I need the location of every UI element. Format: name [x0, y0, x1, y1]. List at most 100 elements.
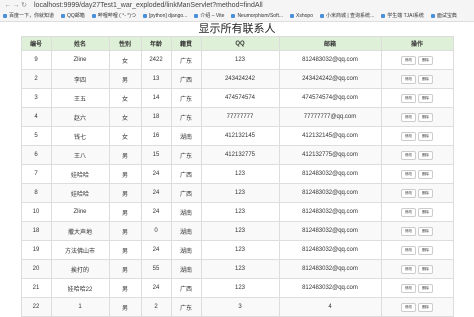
delete-button[interactable]: 删除	[418, 74, 433, 84]
cell-age: 0	[140, 221, 172, 241]
delete-button[interactable]: 删除	[418, 112, 433, 122]
cell-name: 挨打的	[50, 259, 110, 279]
bookmark-icon	[290, 13, 295, 18]
bookmark-label: [python] django...	[148, 12, 188, 19]
cell-address: 湖南	[170, 240, 202, 260]
cell-age: 18	[140, 107, 172, 127]
cell-id: 9	[20, 50, 52, 70]
column-header: 邮箱	[278, 36, 382, 51]
cell-address: 广西	[170, 164, 202, 184]
bookmark-item[interactable]: 百度一下，你就知道	[3, 12, 54, 19]
cell-actions: 修改 删除	[380, 107, 454, 127]
cell-qq: 77777777	[200, 107, 280, 127]
cell-gender: 女	[108, 50, 142, 70]
edit-button[interactable]: 修改	[401, 131, 416, 141]
edit-button[interactable]: 修改	[401, 93, 416, 103]
cell-gender: 男	[108, 145, 142, 165]
edit-button[interactable]: 修改	[401, 150, 416, 160]
back-icon[interactable]: ←	[4, 2, 12, 9]
cell-name: 娃哈哈	[50, 183, 110, 203]
cell-qq: 123	[200, 164, 280, 184]
bookmark-label: 哔哩哔哩 ( °- °)つ	[97, 13, 136, 19]
delete-button[interactable]: 删除	[418, 245, 433, 255]
bookmark-label: QQ邮箱	[67, 13, 85, 19]
bookmark-item[interactable]: Neumorphism/Soft...	[231, 13, 283, 19]
cell-email: 812483032@qq.com	[278, 183, 382, 203]
edit-button[interactable]: 修改	[401, 264, 416, 274]
table-row: 4 赵六女 18 广东 77777777 77777777@qq.com 修改 删除	[20, 107, 454, 127]
delete-button[interactable]: 删除	[418, 302, 433, 312]
bookmark-item[interactable]: 面试宝典	[430, 12, 457, 19]
cell-qq: 123	[200, 50, 280, 70]
cell-gender: 男	[108, 259, 142, 279]
bookmark-item[interactable]: QQ邮箱	[61, 12, 85, 19]
delete-button[interactable]: 删除	[418, 226, 433, 236]
cell-email: 812483032@qq.com	[278, 221, 382, 241]
edit-button[interactable]: 修改	[401, 283, 416, 293]
cell-name: Zline	[50, 202, 110, 222]
bookmark-item[interactable]: 介绍 – Vite	[194, 12, 224, 19]
cell-email: 412132145@qq.com	[278, 126, 382, 146]
cell-qq: 123	[200, 183, 280, 203]
delete-button[interactable]: 删除	[418, 283, 433, 293]
bookmark-item[interactable]: 哔哩哔哩 ( °- °)つ	[91, 12, 136, 19]
delete-button[interactable]: 删除	[418, 169, 433, 179]
cell-name: 方法佛山市	[50, 240, 110, 260]
cell-gender: 男	[108, 183, 142, 203]
forward-icon[interactable]: →	[12, 2, 20, 9]
bookmark-icon	[430, 13, 435, 18]
browser-toolbar: ← → ↻ localhost:9999/day27Test1_war_expl…	[0, 0, 474, 10]
bookmark-item[interactable]: [python] django...	[142, 12, 188, 19]
bookmark-item[interactable]: 小米商城 | 查询系统...	[319, 12, 374, 19]
cell-email: 77777777@qq.com	[278, 107, 382, 127]
bookmark-label: 面试宝典	[436, 13, 457, 19]
cell-id: 2	[20, 69, 52, 89]
edit-button[interactable]: 修改	[401, 302, 416, 312]
cell-age: 16	[140, 126, 172, 146]
cell-address: 广东	[170, 107, 202, 127]
edit-button[interactable]: 修改	[401, 112, 416, 122]
delete-button[interactable]: 删除	[418, 150, 433, 160]
edit-button[interactable]: 修改	[401, 169, 416, 179]
cell-age: 24	[140, 240, 172, 260]
bookmark-label: 介绍 – Vite	[200, 13, 225, 19]
delete-button[interactable]: 删除	[418, 93, 433, 103]
table-row: 21 娃哈哈22 男 24 广西 123 812483032@qq.com 修改 删除	[20, 278, 454, 298]
address-bar[interactable]: localhost:9999/day27Test1_war_exploded/l…	[34, 2, 263, 9]
cell-actions: 修改 删除	[380, 164, 454, 184]
cell-id: 5	[20, 126, 52, 146]
cell-address: 广东	[170, 145, 202, 165]
edit-button[interactable]: 修改	[401, 74, 416, 84]
cell-gender: 男	[108, 202, 142, 222]
edit-button[interactable]: 修改	[401, 188, 416, 198]
cell-email: 243424242@qq.com	[278, 69, 382, 89]
refresh-icon[interactable]: ↻	[20, 1, 28, 9]
cell-email: 812483032@qq.com	[278, 202, 382, 222]
delete-button[interactable]: 删除	[418, 55, 433, 65]
delete-button[interactable]: 删除	[418, 207, 433, 217]
delete-button[interactable]: 删除	[418, 131, 433, 141]
cell-age: 15	[140, 145, 172, 165]
page-title: 显示所有联系人	[198, 23, 276, 35]
column-header: 籍贯	[170, 36, 202, 51]
bookmark-item[interactable]: Xshopo	[290, 13, 313, 19]
cell-qq: 123	[200, 278, 280, 298]
cell-name: 赵六	[50, 107, 110, 127]
delete-button[interactable]: 删除	[418, 188, 433, 198]
edit-button[interactable]: 修改	[401, 207, 416, 217]
cell-actions: 修改 删除	[380, 145, 454, 165]
edit-button[interactable]: 修改	[401, 55, 416, 65]
cell-qq: 412132775	[200, 145, 280, 165]
edit-button[interactable]: 修改	[401, 226, 416, 236]
cell-qq: 123	[200, 202, 280, 222]
cell-gender: 女	[108, 107, 142, 127]
cell-name: 李四	[50, 69, 110, 89]
delete-button[interactable]: 删除	[418, 264, 433, 274]
edit-button[interactable]: 修改	[401, 245, 416, 255]
column-header: 性别	[108, 36, 142, 51]
cell-age: 14	[140, 88, 172, 108]
table-row: 3 王五女 14 广东 474574574 474574574@qq.com 修改 删除	[20, 88, 454, 108]
cell-actions: 修改 删除	[380, 259, 454, 279]
bookmark-item[interactable]: 学生端 TJAI系统	[381, 12, 424, 19]
cell-email: 812483032@qq.com	[278, 240, 382, 260]
